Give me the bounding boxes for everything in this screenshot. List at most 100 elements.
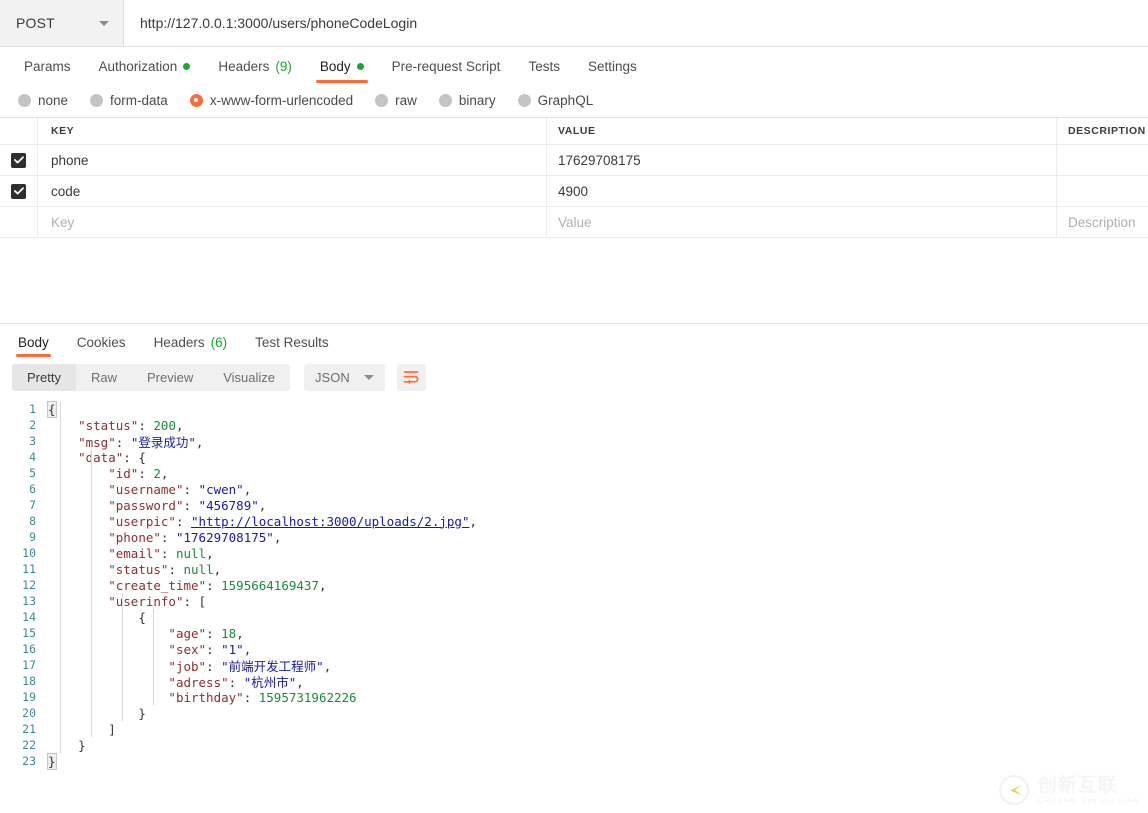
body-type-binary[interactable]: binary [438, 93, 496, 108]
json-bracket-close: } [47, 752, 57, 770]
row-checkbox[interactable] [11, 183, 26, 199]
http-method-dropdown[interactable]: POST [0, 0, 124, 46]
response-tab-test-results[interactable]: Test Results [241, 335, 343, 358]
row-key-cell[interactable]: phone [38, 145, 547, 175]
code-line-content: "phone": "17629708175", [108, 529, 282, 545]
code-line-content: "userinfo": [ [108, 593, 207, 609]
request-tab-pre-request-script[interactable]: Pre-request Script [378, 59, 515, 84]
row-check-cell [0, 145, 38, 175]
code-line: 14 { [0, 609, 1148, 625]
response-body-code-viewer[interactable]: 1{2 "status": 200, 3 "msg": "登录成功", 4 "dat… [0, 397, 1148, 770]
json-key: "status" [108, 561, 169, 577]
placeholder-description-text: Description [1068, 214, 1136, 230]
body-type-radio-group: none form-data x-www-form-urlencoded raw bin… [0, 83, 1148, 117]
code-line-content: "status": 200, [78, 417, 184, 433]
indent-guide [91, 449, 92, 737]
code-line: 18 "adress": "杭州市", [0, 673, 1148, 690]
code-line: 22 } [0, 737, 1148, 753]
code-line: 9 "phone": "17629708175", [0, 529, 1148, 545]
line-number: 2 [29, 418, 36, 432]
line-number: 15 [22, 626, 36, 640]
radio-button-icon[interactable] [189, 93, 203, 107]
row-description-cell[interactable] [1057, 145, 1148, 175]
response-tab-body[interactable]: Body [4, 335, 63, 358]
table-header-row: KEY VALUE DESCRIPTION [0, 118, 1148, 145]
code-line: 3 "msg": "登录成功", [0, 433, 1148, 450]
json-string: "1" [221, 641, 244, 657]
radio-button-icon[interactable] [18, 93, 31, 107]
line-number: 8 [29, 514, 36, 528]
row-key-cell[interactable]: code [38, 176, 547, 206]
placeholder-description-input[interactable]: Description [1057, 207, 1148, 237]
code-line: 23} [0, 752, 1148, 770]
json-number: 1595664169437 [221, 577, 319, 593]
placeholder-key-input[interactable]: Key [38, 207, 547, 237]
row-description-cell[interactable] [1057, 176, 1148, 206]
json-string: "cwen" [198, 481, 244, 497]
view-mode-pretty[interactable]: Pretty [12, 363, 76, 391]
request-tab-authorization[interactable]: Authorization [85, 58, 205, 84]
row-value-cell[interactable]: 4900 [547, 176, 1057, 206]
json-string-link[interactable]: "http://localhost:3000/uploads/2.jpg" [191, 514, 469, 529]
code-line-content: "status": null, [108, 561, 222, 577]
json-key: "username" [108, 481, 184, 497]
code-line-content: { [138, 609, 146, 625]
table-row[interactable]: code 4900 [0, 176, 1148, 207]
body-type-label: x-www-form-urlencoded [209, 92, 354, 108]
line-number: 7 [29, 498, 36, 512]
table-placeholder-row[interactable]: Key Value Description [0, 207, 1148, 238]
code-line-content: "password": "456789", [108, 497, 267, 513]
code-line: 20 } [0, 705, 1148, 721]
request-tab-label: Settings [587, 58, 637, 74]
http-method-label: POST [16, 15, 55, 31]
row-value-cell[interactable]: 17629708175 [547, 145, 1057, 175]
request-tab-headers[interactable]: Headers (9) [204, 59, 306, 84]
check-icon [13, 187, 24, 195]
status-dot-icon [356, 62, 364, 70]
request-tab-params[interactable]: Params [10, 59, 85, 84]
radio-button-icon[interactable] [90, 93, 104, 107]
body-type-form-data[interactable]: form-data [90, 93, 168, 108]
response-tab-headers[interactable]: Headers (6) [140, 335, 242, 358]
table-header-key: KEY [38, 118, 547, 144]
table-row[interactable]: phone 17629708175 [0, 145, 1148, 176]
request-tab-settings[interactable]: Settings [574, 58, 651, 84]
request-tab-body[interactable]: Body [306, 59, 378, 84]
body-type-label: raw [395, 92, 417, 108]
response-tab-cookies[interactable]: Cookies [63, 334, 140, 358]
radio-button-icon[interactable] [375, 93, 389, 107]
request-tab-tests[interactable]: Tests [514, 59, 574, 84]
request-tab-label: Authorization [98, 58, 178, 74]
view-mode-raw[interactable]: Raw [76, 364, 132, 391]
radio-button-icon[interactable] [517, 93, 531, 107]
body-type-GraphQL[interactable]: GraphQL [517, 93, 593, 108]
json-bracket-open: { [47, 400, 57, 418]
view-mode-preview[interactable]: Preview [132, 364, 208, 391]
body-type-raw[interactable]: raw [375, 93, 417, 108]
code-line-content: } [138, 705, 146, 721]
code-line-content: "create_time": 1595664169437, [108, 577, 327, 593]
json-key: "email" [108, 545, 161, 561]
body-type-x-www-form-urlencoded[interactable]: x-www-form-urlencoded [189, 92, 354, 108]
json-number: 18 [221, 625, 237, 641]
line-number: 16 [22, 642, 36, 656]
row-value-text: 17629708175 [558, 152, 641, 168]
code-line-content: "adress": "杭州市", [168, 674, 304, 690]
radio-button-icon[interactable] [438, 93, 452, 107]
placeholder-value-input[interactable]: Value [547, 207, 1057, 237]
json-key: "phone" [108, 529, 161, 545]
json-string: "登录成功" [130, 434, 196, 450]
wrap-lines-button[interactable] [396, 363, 426, 391]
response-tab-label: Cookies [76, 334, 126, 350]
response-format-dropdown[interactable]: JSON [304, 363, 385, 391]
wrap-lines-icon [403, 371, 419, 384]
line-number: 1 [29, 402, 36, 416]
request-url-input[interactable]: http://127.0.0.1:3000/users/phoneCodeLog… [124, 0, 1148, 46]
row-checkbox[interactable] [11, 152, 26, 168]
line-number: 21 [22, 722, 36, 736]
response-viewer-toolbar: Pretty Raw Preview Visualize JSON [0, 357, 1148, 397]
body-type-label: none [38, 92, 69, 108]
body-type-none[interactable]: none [18, 93, 68, 108]
view-mode-visualize[interactable]: Visualize [208, 364, 290, 391]
watermark-logo: 创新互联 CHUANG XIN HU LIAN [998, 775, 1140, 805]
